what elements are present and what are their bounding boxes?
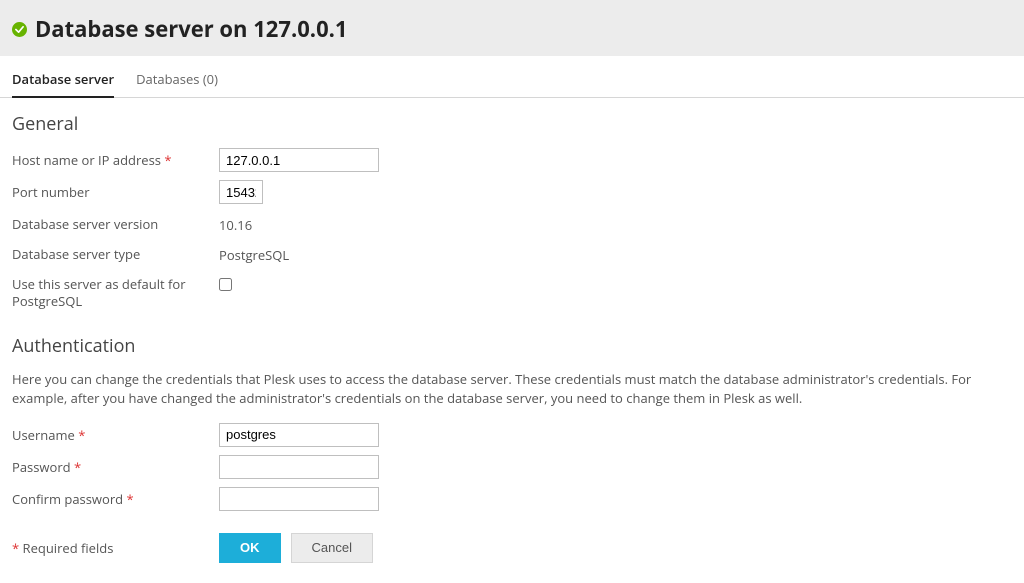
input-confirm-password[interactable] — [219, 487, 379, 511]
label-host: Host name or IP address * — [12, 148, 219, 169]
checkbox-default[interactable] — [219, 278, 232, 291]
tabs: Database server Databases (0) — [0, 56, 1024, 98]
tab-databases[interactable]: Databases (0) — [136, 70, 218, 97]
page-title: Database server on 127.0.0.1 — [35, 14, 348, 44]
section-title-general: General — [12, 112, 1012, 136]
label-confirm-password-text: Confirm password — [12, 490, 123, 508]
required-asterisk: * — [78, 426, 85, 444]
label-username: Username * — [12, 423, 219, 444]
label-default: Use this server as default for PostgreSQ… — [12, 272, 219, 310]
required-asterisk: * — [164, 151, 171, 169]
auth-description: Here you can change the credentials that… — [12, 370, 1012, 409]
required-asterisk: * — [74, 458, 81, 476]
required-asterisk: * — [12, 539, 19, 557]
label-port: Port number — [12, 180, 219, 201]
actions-row: * Required fields OK Cancel — [12, 533, 1012, 563]
label-password: Password * — [12, 455, 219, 476]
row-port: Port number — [12, 180, 1012, 204]
label-password-text: Password — [12, 458, 71, 476]
label-type: Database server type — [12, 242, 219, 263]
ok-button[interactable]: OK — [219, 533, 281, 563]
value-version: 10.16 — [219, 212, 252, 234]
required-asterisk: * — [126, 490, 133, 508]
status-ok-icon — [12, 22, 27, 37]
row-default: Use this server as default for PostgreSQ… — [12, 272, 1012, 310]
row-version: Database server version 10.16 — [12, 212, 1012, 234]
row-username: Username * — [12, 423, 1012, 447]
content: General Host name or IP address * Port n… — [0, 98, 1024, 583]
required-fields-note: * Required fields — [12, 539, 219, 557]
label-confirm-password: Confirm password * — [12, 487, 219, 508]
cancel-button[interactable]: Cancel — [291, 533, 373, 563]
input-username[interactable] — [219, 423, 379, 447]
input-host[interactable] — [219, 148, 379, 172]
row-confirm-password: Confirm password * — [12, 487, 1012, 511]
input-password[interactable] — [219, 455, 379, 479]
label-username-text: Username — [12, 426, 75, 444]
row-host: Host name or IP address * — [12, 148, 1012, 172]
tab-database-server[interactable]: Database server — [12, 70, 114, 98]
page-header: Database server on 127.0.0.1 — [0, 0, 1024, 56]
input-port[interactable] — [219, 180, 263, 204]
row-password: Password * — [12, 455, 1012, 479]
label-host-text: Host name or IP address — [12, 151, 161, 169]
row-type: Database server type PostgreSQL — [12, 242, 1012, 264]
label-version: Database server version — [12, 212, 219, 233]
required-fields-text: Required fields — [19, 539, 113, 557]
value-type: PostgreSQL — [219, 242, 289, 264]
section-title-auth: Authentication — [12, 334, 1012, 358]
